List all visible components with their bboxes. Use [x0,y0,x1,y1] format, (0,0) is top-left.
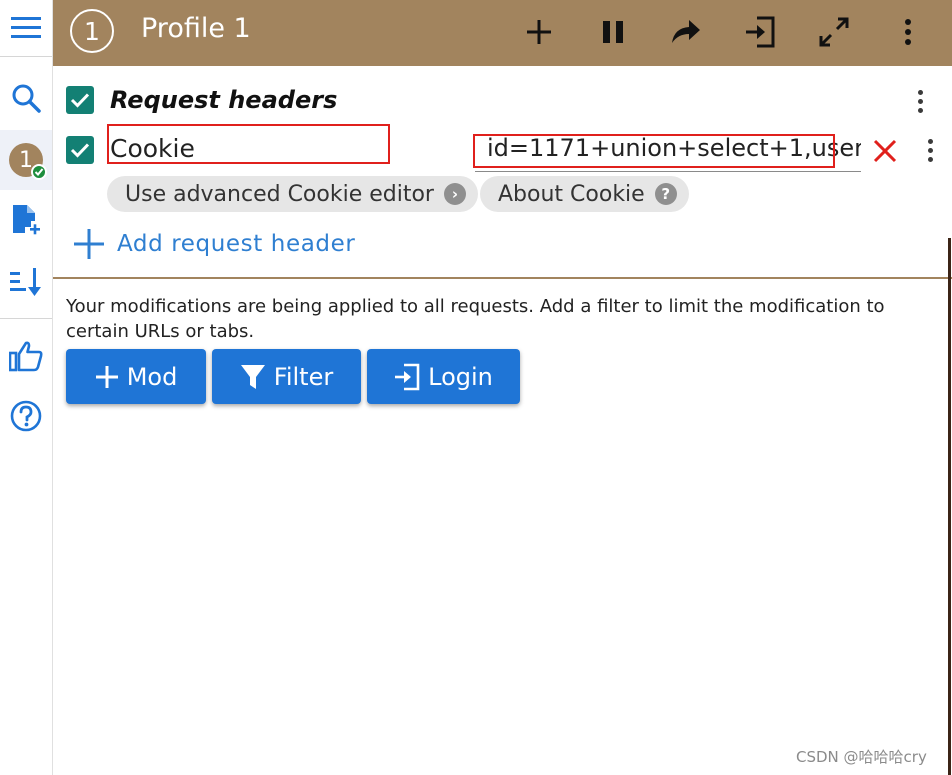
delete-header-button[interactable] [870,136,900,166]
close-icon [873,139,897,163]
sidebar: 1 [0,0,53,775]
fullscreen-icon [819,17,849,47]
profile-toolbar: 1 Profile 1 [53,0,952,66]
request-headers-section: Request headers [53,80,952,124]
add-request-header-button[interactable]: Add request header [73,226,355,262]
menu-icon [11,17,41,38]
login-label: Login [428,362,493,391]
profile-avatar: 1 [9,143,47,180]
advanced-cookie-editor-chip[interactable]: Use advanced Cookie editor › [107,176,478,212]
chip-label: Use advanced Cookie editor [125,181,434,207]
header-row-menu-button[interactable] [918,135,942,165]
add-profile-button[interactable] [0,192,52,248]
more-vert-icon [917,89,923,95]
about-cookie-chip[interactable]: About Cookie ? [480,176,689,212]
search-button[interactable] [0,70,52,126]
header-row-checkbox[interactable] [66,136,94,164]
add-mod-button[interactable] [515,8,563,56]
chip-label: About Cookie [498,181,645,207]
add-mod-action-button[interactable]: Mod [66,349,206,404]
add-file-icon [13,205,40,235]
add-request-header-label: Add request header [117,231,356,257]
add-icon [95,365,118,388]
header-name-input[interactable]: Cookie [109,128,469,172]
section-title: Request headers [110,86,338,114]
profile-title[interactable]: Profile 1 [141,13,251,44]
search-icon [12,84,41,113]
import-icon [746,16,775,48]
pause-icon [603,21,623,43]
sort-button[interactable] [0,254,52,310]
import-button[interactable] [736,8,784,56]
filter-label: Filter [273,362,334,391]
filter-notice: Your modifications are being applied to … [66,296,885,342]
more-vert-icon [927,138,933,144]
sort-icon [10,268,41,296]
header-value-input[interactable]: id=1171+union+select+1,username,password… [475,128,861,172]
check-icon [70,93,90,108]
profile-menu-button[interactable] [884,8,932,56]
active-check-icon [31,164,47,180]
share-icon [672,20,700,43]
add-filter-button[interactable]: Filter [212,349,361,404]
add-icon [74,229,104,259]
share-button[interactable] [662,8,710,56]
sidebar-divider [0,318,52,319]
rate-button[interactable] [0,328,52,384]
pause-button[interactable] [589,8,637,56]
filter-icon [240,364,265,389]
sidebar-divider [0,56,52,57]
section-separator [53,277,952,279]
profile-number-badge[interactable]: 1 [70,9,114,53]
add-icon [527,20,551,44]
help-icon: ? [654,183,677,205]
check-icon [70,143,90,158]
request-headers-checkbox[interactable] [66,86,94,114]
chevron-right-icon: › [443,183,466,205]
mod-label: Mod [126,362,178,391]
login-button[interactable]: Login [367,349,520,404]
watermark: CSDN @哈哈哈cry [796,748,927,766]
help-button[interactable] [0,388,52,444]
section-menu-button[interactable] [908,86,932,116]
more-vert-icon [905,19,911,45]
help-icon [10,400,42,432]
sidebar-item-profile-1[interactable]: 1 [0,130,52,190]
login-icon [395,363,420,390]
window-edge [948,238,951,775]
fullscreen-button[interactable] [810,8,858,56]
thumbs-up-icon [9,341,43,372]
menu-button[interactable] [0,0,52,56]
